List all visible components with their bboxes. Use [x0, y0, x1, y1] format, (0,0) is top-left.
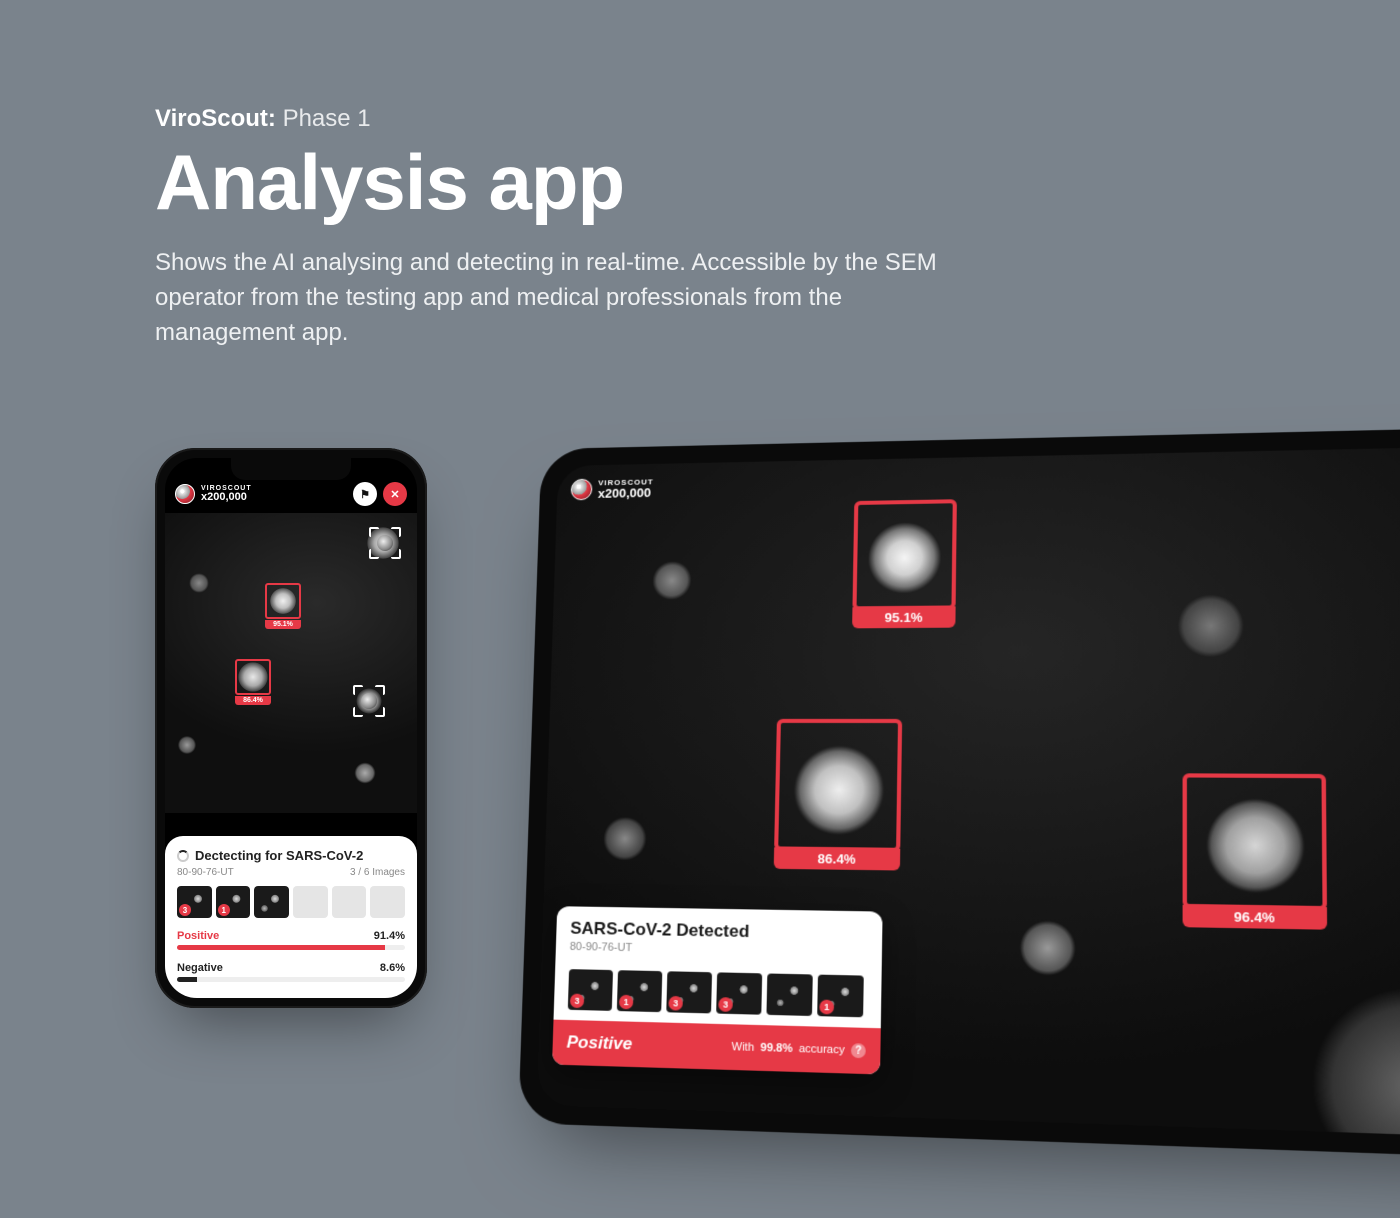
- help-icon[interactable]: ?: [851, 1043, 866, 1058]
- sample-id: 80-90-76-UT: [177, 867, 234, 878]
- card-title: Dectecting for SARS-CoV-2: [195, 848, 363, 863]
- thumbnail[interactable]: 1: [817, 975, 864, 1018]
- phone-notch: [231, 458, 351, 480]
- zoom-level: x200,000: [201, 492, 252, 503]
- thumbnail[interactable]: 1: [617, 970, 663, 1012]
- thumbnail-empty: [370, 886, 405, 918]
- thumbnail-empty: [332, 886, 367, 918]
- results-card: Dectecting for SARS-CoV-2 80-90-76-UT 3 …: [165, 836, 417, 998]
- card-title: SARS-CoV-2 Detected: [570, 919, 868, 945]
- thumbnail[interactable]: 1: [216, 886, 251, 918]
- tablet-screen: VIROSCOUT x200,000 95.1% 86.4% 96.4% S: [537, 445, 1400, 1138]
- thumb-badge: 3: [179, 904, 191, 916]
- hero: ViroScout: Phase 1 Analysis app Shows th…: [155, 105, 975, 350]
- thumbnail[interactable]: 3: [716, 972, 762, 1014]
- results-card: SARS-CoV-2 Detected 80-90-76-UT 3 1 3 3 …: [552, 906, 883, 1074]
- thumbnail[interactable]: [254, 886, 289, 918]
- positive-label: Positive: [566, 1032, 632, 1054]
- thumb-badge: 1: [819, 1000, 834, 1015]
- hero-title: Analysis app: [155, 137, 975, 228]
- negative-label: Negative: [177, 962, 223, 974]
- detection-confidence: 95.1%: [265, 620, 301, 629]
- card-head: SARS-CoV-2 Detected 80-90-76-UT: [555, 906, 882, 967]
- sem-image-area[interactable]: 95.1% 86.4%: [165, 513, 417, 813]
- detection-confidence: 86.4%: [774, 847, 901, 870]
- scanning-bracket: [353, 685, 385, 717]
- accuracy-value: 99.8%: [760, 1042, 793, 1055]
- detection-box[interactable]: 95.1%: [852, 499, 956, 610]
- detection-box[interactable]: 96.4%: [1183, 773, 1327, 910]
- thumb-badge: 3: [668, 996, 683, 1011]
- negative-value: 8.6%: [380, 962, 405, 974]
- detection-confidence: 96.4%: [1183, 905, 1328, 930]
- thumb-badge: 1: [218, 904, 230, 916]
- metric-negative: Negative 8.6%: [177, 962, 405, 982]
- zoom-level: x200,000: [598, 486, 654, 500]
- positive-value: 91.4%: [374, 930, 405, 942]
- accuracy-text: With 99.8% accuracy ?: [731, 1040, 865, 1058]
- thumbnail[interactable]: 3: [666, 971, 712, 1013]
- thumbnail-row: 3 1 3 3 1: [554, 969, 882, 1028]
- flag-button[interactable]: [353, 482, 377, 506]
- detection-box[interactable]: 86.4%: [235, 659, 271, 695]
- close-button[interactable]: [383, 482, 407, 506]
- thumb-badge: 3: [570, 994, 584, 1009]
- thumbnail[interactable]: 3: [568, 969, 613, 1011]
- hero-eyebrow-brand: ViroScout:: [155, 105, 276, 132]
- topbar-actions: [353, 482, 407, 506]
- accuracy-prefix: With: [731, 1041, 754, 1054]
- thumb-badge: 3: [718, 997, 733, 1012]
- brand-logo-icon: [571, 479, 593, 501]
- brand: VIROSCOUT x200,000: [571, 477, 654, 500]
- negative-bar: [177, 977, 405, 982]
- thumbnail[interactable]: [766, 973, 812, 1016]
- positive-bar: [177, 945, 405, 950]
- thumb-badge: 1: [619, 995, 634, 1010]
- thumbnail[interactable]: 3: [177, 886, 212, 918]
- hero-eyebrow-phase: Phase 1: [283, 105, 371, 132]
- tablet-device: VIROSCOUT x200,000 95.1% 86.4% 96.4% S: [518, 426, 1400, 1159]
- brand: VIROSCOUT x200,000: [175, 484, 252, 504]
- loading-spinner-icon: [177, 850, 189, 862]
- card-sub-row: 80-90-76-UT 3 / 6 Images: [177, 867, 405, 878]
- detection-box[interactable]: 86.4%: [774, 719, 902, 852]
- detection-box[interactable]: 95.1%: [265, 583, 301, 619]
- tablet-topbar: VIROSCOUT x200,000: [570, 458, 1400, 502]
- phone-topbar: VIROSCOUT x200,000: [175, 482, 407, 506]
- phone-screen: VIROSCOUT x200,000 95.1% 86.4%: [165, 458, 417, 998]
- hero-eyebrow: ViroScout: Phase 1: [155, 105, 975, 133]
- card-footer: Positive With 99.8% accuracy ?: [552, 1020, 881, 1075]
- brand-text: VIROSCOUT x200,000: [598, 478, 654, 499]
- card-title-row: Dectecting for SARS-CoV-2: [177, 848, 405, 863]
- phone-device: VIROSCOUT x200,000 95.1% 86.4%: [155, 448, 427, 1008]
- accuracy-suffix: accuracy: [799, 1043, 845, 1057]
- detection-confidence: 86.4%: [235, 696, 271, 705]
- metric-positive: Positive 91.4%: [177, 930, 405, 950]
- thumbnail-row: 3 1: [177, 886, 405, 918]
- brand-logo-icon: [175, 484, 195, 504]
- thumbnail-empty: [293, 886, 328, 918]
- detection-confidence: 95.1%: [852, 606, 956, 628]
- brand-text: VIROSCOUT x200,000: [201, 485, 252, 503]
- positive-label: Positive: [177, 930, 219, 942]
- image-progress: 3 / 6 Images: [350, 867, 405, 878]
- hero-description: Shows the AI analysing and detecting in …: [155, 246, 975, 350]
- scanning-bracket: [369, 527, 401, 559]
